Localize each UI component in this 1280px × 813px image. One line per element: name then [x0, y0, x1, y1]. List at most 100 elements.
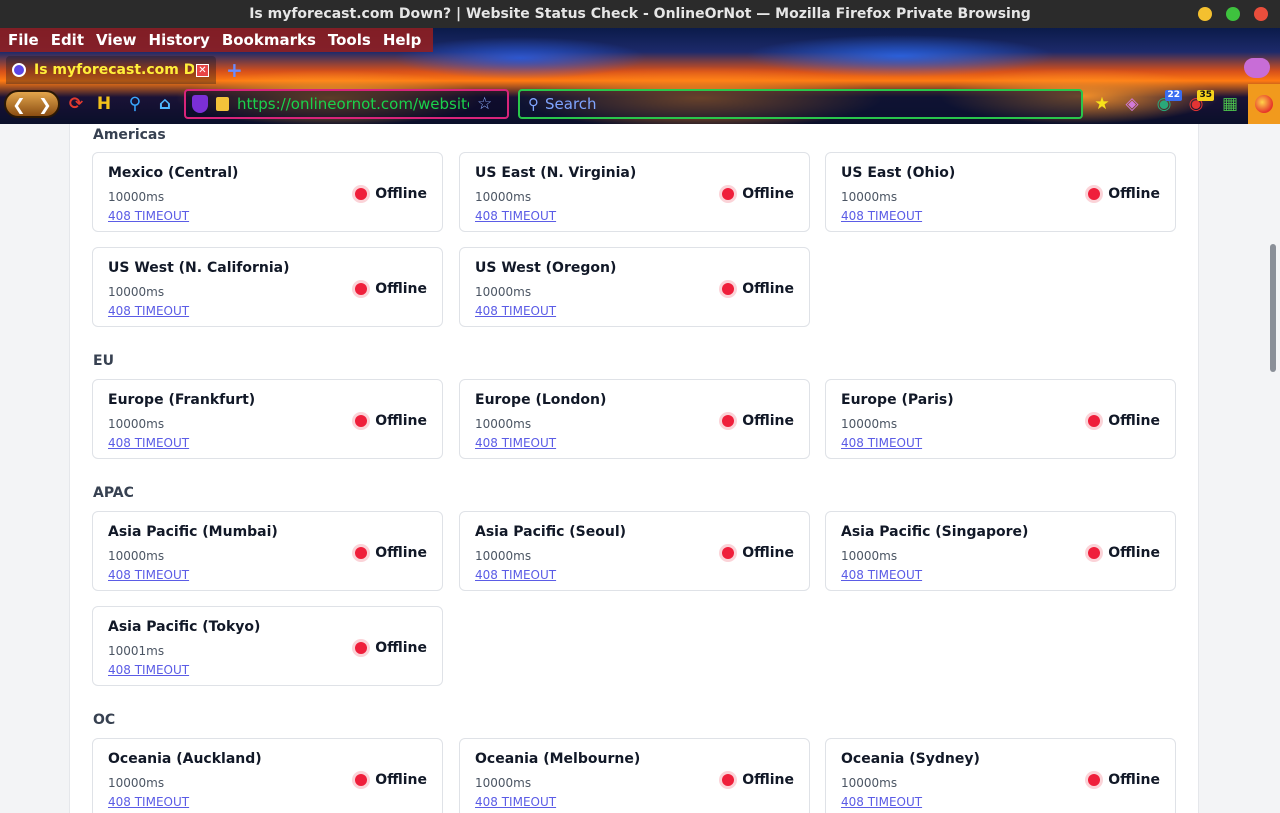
location-name: Europe (Paris) [841, 392, 954, 408]
lock-icon[interactable] [216, 97, 229, 111]
back-icon[interactable]: ❮ [12, 95, 25, 114]
region-heading: APAC [93, 485, 134, 501]
status-text: Offline [1108, 413, 1160, 429]
menu-bookmarks[interactable]: Bookmarks [218, 28, 324, 52]
location-card: Oceania (Auckland) 10000ms 408 TIMEOUT Offl… [92, 738, 443, 813]
menu-file[interactable]: File [4, 28, 47, 52]
h-extension-icon[interactable]: H [94, 94, 114, 114]
location-card: Asia Pacific (Mumbai) 10000ms 408 TIMEOUT O… [92, 511, 443, 591]
location-card: Mexico (Central) 10000ms 408 TIMEOUT Offlin… [92, 152, 443, 232]
reload-icon[interactable]: ⟳ [66, 94, 86, 114]
menu-tools[interactable]: Tools [324, 28, 379, 52]
window-controls [1198, 7, 1268, 21]
status-text: Offline [742, 772, 794, 788]
search-icon: ⚲ [528, 95, 539, 113]
error-code-link[interactable]: 408 TIMEOUT [841, 568, 922, 582]
error-code-link[interactable]: 408 TIMEOUT [108, 568, 189, 582]
error-code-link[interactable]: 408 TIMEOUT [108, 209, 189, 223]
url-text[interactable]: https://onlineornot.com/website-do [237, 95, 469, 113]
menu-bar: File Edit View History Bookmarks Tools H… [0, 28, 434, 52]
private-browsing-icon [1244, 58, 1270, 78]
new-tab-icon[interactable]: + [226, 58, 243, 82]
status-text: Offline [375, 772, 427, 788]
location-name: Mexico (Central) [108, 165, 239, 181]
extension-a-icon[interactable]: ◉ 22 [1154, 90, 1182, 114]
offline-dot-icon [1088, 188, 1101, 200]
offline-dot-icon [722, 188, 735, 200]
url-bar[interactable]: https://onlineornot.com/website-do ☆ [184, 89, 509, 119]
location-card: Asia Pacific (Seoul) 10000ms 408 TIMEOUT Of… [459, 511, 810, 591]
error-code-link[interactable]: 408 TIMEOUT [108, 436, 189, 450]
offline-dot-icon [1088, 547, 1101, 559]
error-code-link[interactable]: 408 TIMEOUT [108, 795, 189, 809]
extension-b-icon[interactable]: ◉ 35 [1186, 90, 1214, 114]
location-card: US East (Ohio) 10000ms 408 TIMEOUT Offline [825, 152, 1176, 232]
menu-edit[interactable]: Edit [47, 28, 92, 52]
tracking-protection-shield-icon[interactable] [192, 95, 208, 113]
status-indicator: Offline [1088, 186, 1160, 202]
search-bar[interactable]: ⚲ Search [518, 89, 1083, 119]
offline-dot-icon [355, 415, 368, 427]
response-time: 10000ms [841, 417, 898, 431]
status-text: Offline [375, 413, 427, 429]
mask-extension-icon[interactable]: ◈ [1122, 94, 1142, 114]
status-indicator: Offline [355, 281, 427, 297]
bookmarks-star-icon[interactable]: ★ [1092, 94, 1112, 114]
maximize-button[interactable] [1226, 7, 1240, 21]
minimize-button[interactable] [1198, 7, 1212, 21]
offline-dot-icon [355, 774, 368, 786]
offline-dot-icon [1088, 415, 1101, 427]
status-text: Offline [1108, 772, 1160, 788]
status-content: Americas Mexico (Central) 10000ms 408 TIMEO… [69, 124, 1199, 813]
status-indicator: Offline [722, 186, 794, 202]
error-code-link[interactable]: 408 TIMEOUT [841, 436, 922, 450]
response-time: 10000ms [108, 549, 165, 563]
site-favicon-icon [12, 63, 26, 77]
location-card: Oceania (Sydney) 10000ms 408 TIMEOUT Offlin… [825, 738, 1176, 813]
close-window-button[interactable] [1254, 7, 1268, 21]
error-code-link[interactable]: 408 TIMEOUT [475, 209, 556, 223]
extension-a-badge: 22 [1165, 90, 1182, 101]
firefox-icon [1255, 95, 1273, 113]
browser-tab[interactable]: Is myforecast.com Down? ✕ [6, 56, 216, 84]
menu-view[interactable]: View [92, 28, 145, 52]
firefox-menu-button[interactable] [1248, 84, 1280, 124]
location-name: Oceania (Sydney) [841, 751, 980, 767]
grid-extension-icon[interactable]: ▦ [1220, 94, 1240, 114]
response-time: 10000ms [475, 417, 532, 431]
error-code-link[interactable]: 408 TIMEOUT [841, 209, 922, 223]
location-name: US West (Oregon) [475, 260, 617, 276]
offline-dot-icon [722, 415, 735, 427]
error-code-link[interactable]: 408 TIMEOUT [108, 304, 189, 318]
error-code-link[interactable]: 408 TIMEOUT [475, 304, 556, 318]
error-code-link[interactable]: 408 TIMEOUT [841, 795, 922, 809]
location-card: Oceania (Melbourne) 10000ms 408 TIMEOUT Off… [459, 738, 810, 813]
status-indicator: Offline [722, 545, 794, 561]
error-code-link[interactable]: 408 TIMEOUT [475, 795, 556, 809]
status-indicator: Offline [355, 772, 427, 788]
status-text: Offline [742, 281, 794, 297]
home-icon[interactable]: ⌂ [155, 94, 175, 114]
close-tab-icon[interactable]: ✕ [196, 63, 209, 77]
status-indicator: Offline [722, 413, 794, 429]
location-name: Asia Pacific (Tokyo) [108, 619, 261, 635]
menu-history[interactable]: History [145, 28, 218, 52]
bookmark-star-icon[interactable]: ☆ [477, 94, 492, 114]
response-time: 10000ms [475, 549, 532, 563]
forward-icon[interactable]: ❯ [38, 95, 51, 114]
menu-help[interactable]: Help [379, 28, 430, 52]
response-time: 10001ms [108, 644, 165, 658]
extension-b-badge: 35 [1197, 90, 1214, 101]
status-text: Offline [1108, 545, 1160, 561]
location-card: US West (Oregon) 10000ms 408 TIMEOUT Offlin… [459, 247, 810, 327]
status-text: Offline [375, 640, 427, 656]
response-time: 10000ms [841, 190, 898, 204]
error-code-link[interactable]: 408 TIMEOUT [475, 436, 556, 450]
location-name: Asia Pacific (Singapore) [841, 524, 1029, 540]
error-code-link[interactable]: 408 TIMEOUT [475, 568, 556, 582]
page-scrollbar[interactable] [1270, 244, 1276, 372]
error-code-link[interactable]: 408 TIMEOUT [108, 663, 189, 677]
status-indicator: Offline [1088, 545, 1160, 561]
status-indicator: Offline [722, 281, 794, 297]
magnifier-extension-icon[interactable]: ⚲ [125, 94, 145, 114]
